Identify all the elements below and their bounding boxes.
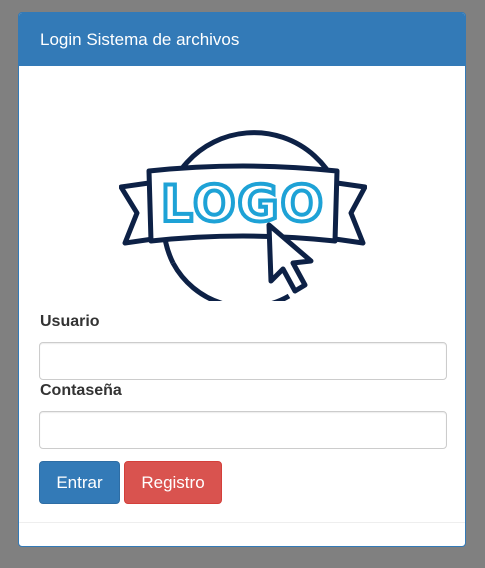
username-label: Usuario [40, 313, 100, 330]
password-label: Contaseña [40, 382, 122, 399]
logo-image: LOGO [119, 113, 367, 301]
username-input[interactable] [39, 342, 447, 380]
panel-footer-divider [19, 522, 465, 523]
password-input[interactable] [39, 411, 447, 449]
panel-title: Login Sistema de archivos [19, 13, 465, 66]
register-button[interactable]: Registro [124, 461, 222, 504]
logo-icon: LOGO [119, 130, 367, 301]
login-panel: Login Sistema de archivos LOGO Usuario C… [18, 12, 466, 547]
submit-button[interactable]: Entrar [39, 461, 120, 504]
logo-text: LOGO [161, 175, 325, 233]
